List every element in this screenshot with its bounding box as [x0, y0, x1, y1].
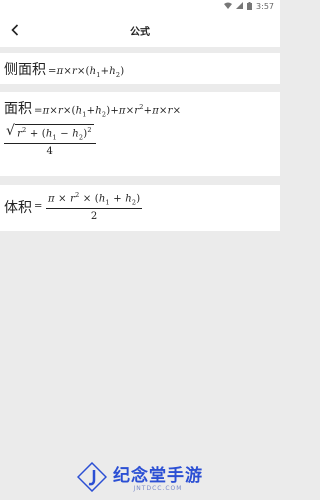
signal-icon	[236, 2, 244, 11]
formula-card-volume: 体积 = π × r2 × (h1 + h2) 2	[0, 185, 280, 231]
formula-card-area: 面积 =π×r×(h1+h2)+π×r2+π×r× √ r2 + (h1 − h2…	[0, 92, 280, 176]
formula-label: 面积	[4, 101, 32, 117]
status-bar: 3:57	[0, 0, 280, 13]
chevron-left-icon	[10, 21, 20, 40]
formula-expression-line2: √ r2 + (h1 − h2)2 4	[4, 124, 96, 157]
formula-card-lateral-area: 侧面积 =π×r×(h1+h2)	[0, 53, 280, 84]
watermark-subtitle: JNTDCC.COM	[133, 484, 183, 492]
app-bar: 公式	[0, 13, 280, 47]
formula-label: 侧面积	[4, 62, 46, 78]
wifi-icon	[224, 2, 233, 11]
formula-expression: =π×r×(h1+h2)	[48, 66, 125, 79]
watermark-title: 纪念堂手游	[113, 465, 203, 486]
status-time: 3:57	[256, 2, 274, 11]
formula-label: 体积	[4, 199, 32, 216]
battery-icon	[247, 1, 253, 12]
j-logo-icon	[76, 461, 108, 496]
watermark: 纪念堂手游 JNTDCC.COM	[0, 458, 280, 500]
formula-expression-line1: =π×r×(h1+h2)+π×r2+π×r×	[34, 102, 182, 118]
back-button[interactable]	[5, 20, 25, 40]
page-title: 公式	[130, 26, 150, 38]
formula-expression: = π × r2 × (h1 + h2) 2	[34, 191, 143, 223]
